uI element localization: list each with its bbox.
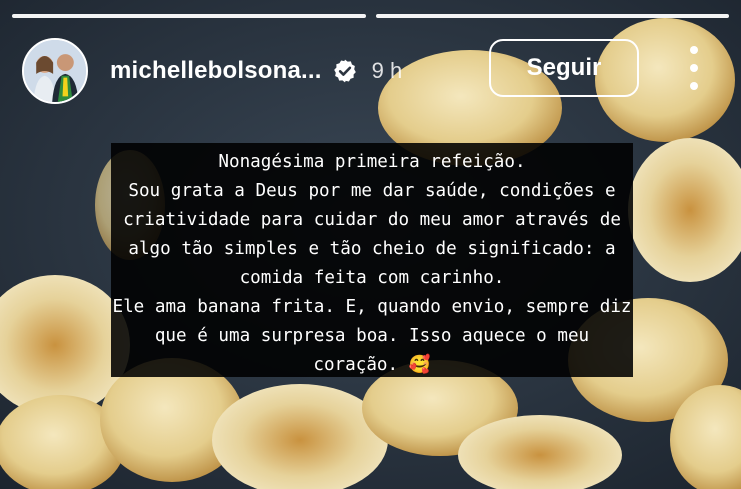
progress-segment — [12, 14, 366, 18]
caption-line: que é uma surpresa boa. Isso aquece o me… — [154, 326, 590, 346]
story-caption-text: Nonagésima primeira refeição. Sou grata … — [111, 143, 633, 377]
caption-line: coração. 🥰 — [313, 355, 431, 375]
progress-segment — [375, 14, 729, 18]
more-dot — [690, 46, 698, 54]
avatar[interactable] — [22, 38, 88, 104]
story-viewer[interactable]: michellebolsona... 9 h Seguir Nonagésima… — [0, 0, 741, 489]
more-dot — [690, 64, 698, 72]
caption-line: Nonagésima primeira refeição. — [218, 152, 526, 172]
caption-line: criatividade para cuidar do meu amor atr… — [123, 210, 621, 230]
follow-button[interactable]: Seguir — [489, 39, 639, 97]
avatar-photo — [24, 40, 86, 102]
more-vertical-icon[interactable] — [682, 46, 706, 90]
story-progress-bar — [12, 14, 729, 18]
caption-line: comida feita com carinho. — [239, 268, 505, 288]
caption-line: algo tão simples e tão cheio de signific… — [128, 239, 616, 259]
more-dot — [690, 82, 698, 90]
verified-badge-icon — [333, 59, 356, 83]
story-header: michellebolsona... 9 h Seguir — [22, 36, 719, 106]
caption-line: Ele ama banana frita. E, quando envio, s… — [112, 297, 632, 317]
post-time: 9 h — [371, 58, 403, 83]
username[interactable]: michellebolsona... — [110, 57, 322, 85]
caption-line: Sou grata a Deus por me dar saúde, condi… — [128, 181, 616, 201]
